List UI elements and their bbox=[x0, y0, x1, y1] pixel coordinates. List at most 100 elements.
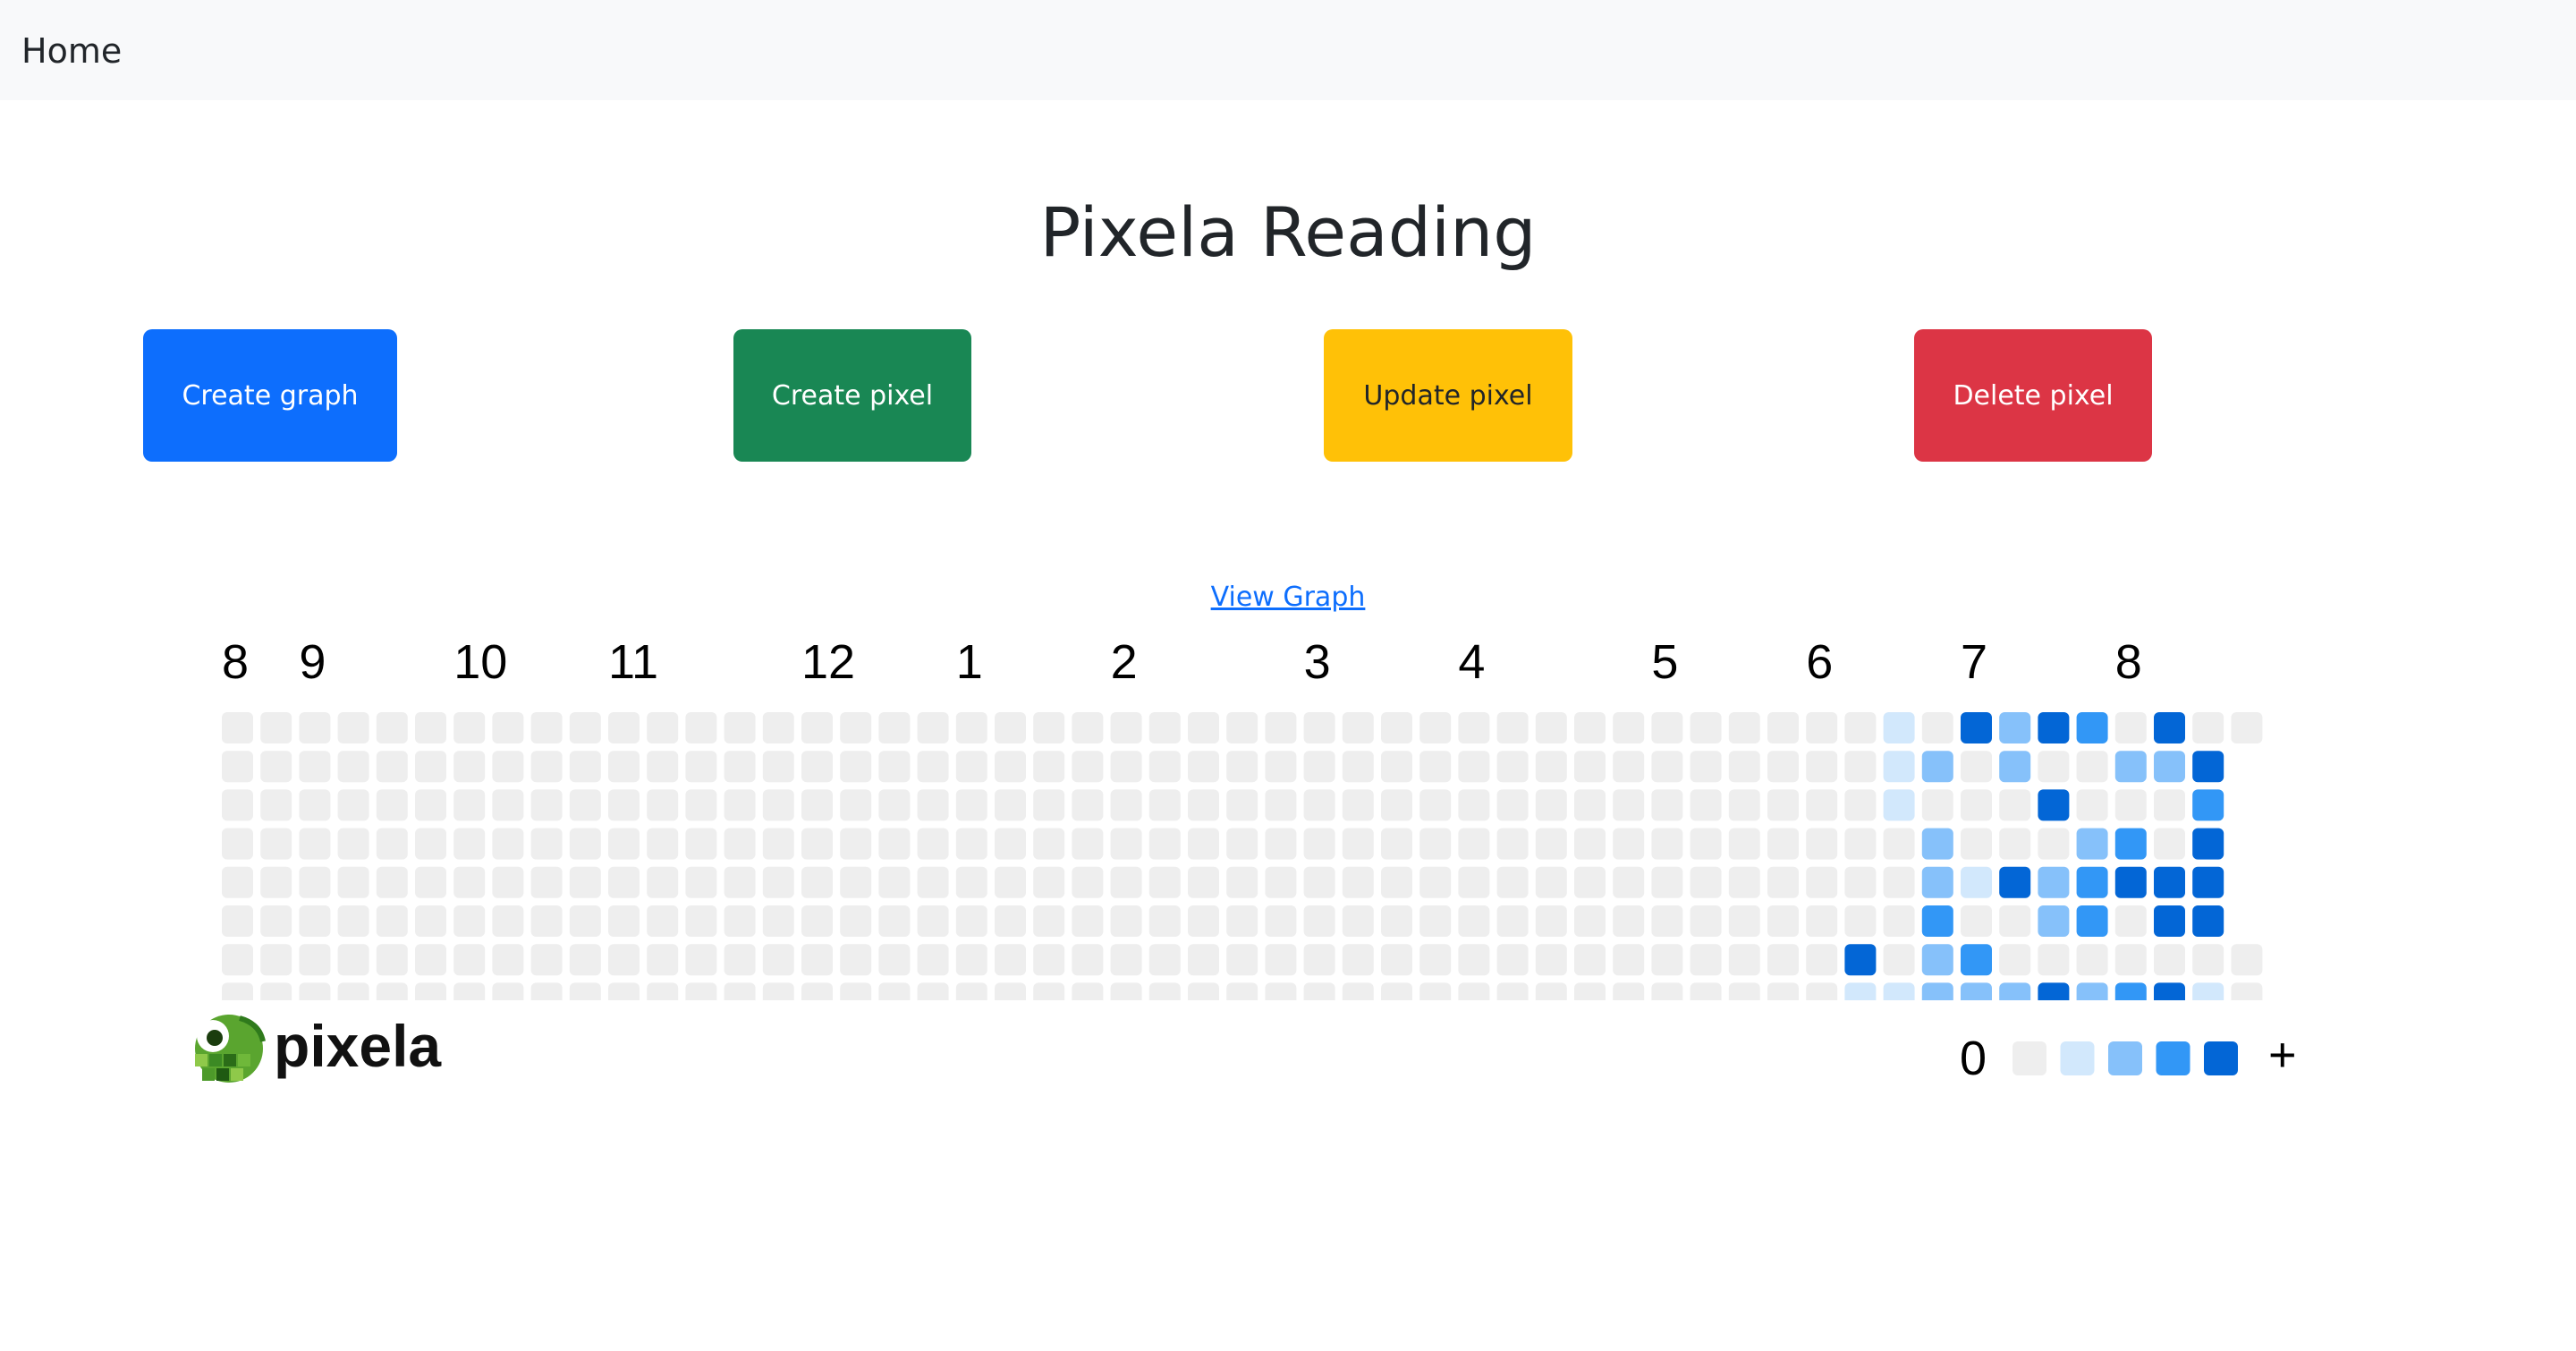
grid-cell[interactable] bbox=[1265, 789, 1297, 821]
grid-cell[interactable] bbox=[955, 905, 987, 937]
grid-cell[interactable] bbox=[569, 944, 601, 976]
grid-cell[interactable] bbox=[647, 866, 679, 898]
grid-cell[interactable] bbox=[1419, 789, 1452, 821]
grid-cell[interactable] bbox=[1265, 828, 1297, 860]
update-pixel-button[interactable]: Update pixel bbox=[1324, 329, 1572, 462]
grid-cell[interactable] bbox=[955, 789, 987, 821]
grid-cell[interactable] bbox=[1767, 982, 1799, 1014]
grid-cell[interactable] bbox=[222, 982, 253, 1014]
grid-cell[interactable] bbox=[840, 712, 872, 743]
grid-cell[interactable] bbox=[685, 712, 717, 743]
grid-cell[interactable] bbox=[608, 944, 640, 976]
grid-cell[interactable] bbox=[1613, 789, 1645, 821]
grid-cell[interactable] bbox=[415, 712, 446, 743]
grid-cell[interactable] bbox=[2114, 944, 2147, 976]
grid-cell[interactable] bbox=[995, 905, 1026, 937]
grid-cell[interactable] bbox=[569, 982, 601, 1014]
grid-cell[interactable] bbox=[762, 905, 794, 937]
grid-cell[interactable] bbox=[1226, 712, 1258, 743]
grid-cell[interactable] bbox=[2154, 905, 2185, 937]
grid-cell[interactable] bbox=[2192, 751, 2224, 783]
grid-cell[interactable] bbox=[1767, 789, 1799, 821]
grid-cell[interactable] bbox=[2038, 751, 2070, 783]
grid-cell[interactable] bbox=[840, 751, 872, 783]
grid-cell[interactable] bbox=[1458, 712, 1490, 743]
grid-cell[interactable] bbox=[260, 944, 292, 976]
grid-cell[interactable] bbox=[299, 828, 331, 860]
grid-cell[interactable] bbox=[685, 789, 717, 821]
grid-cell[interactable] bbox=[917, 751, 949, 783]
grid-cell[interactable] bbox=[1072, 866, 1104, 898]
grid-cell[interactable] bbox=[724, 944, 756, 976]
grid-cell[interactable] bbox=[1072, 905, 1104, 937]
grid-cell[interactable] bbox=[569, 712, 601, 743]
grid-cell[interactable] bbox=[1072, 751, 1104, 783]
grid-cell[interactable] bbox=[299, 712, 331, 743]
grid-cell[interactable] bbox=[1728, 789, 1760, 821]
grid-cell[interactable] bbox=[1303, 905, 1335, 937]
grid-cell[interactable] bbox=[1690, 828, 1722, 860]
grid-cell[interactable] bbox=[1728, 982, 1760, 1014]
grid-cell[interactable] bbox=[2038, 866, 2070, 898]
grid-cell[interactable] bbox=[1651, 905, 1683, 937]
grid-cell[interactable] bbox=[955, 751, 987, 783]
grid-cell[interactable] bbox=[1033, 866, 1065, 898]
grid-cell[interactable] bbox=[1961, 982, 1992, 1014]
grid-cell[interactable] bbox=[1110, 944, 1142, 976]
grid-cell[interactable] bbox=[1188, 712, 1219, 743]
grid-cell[interactable] bbox=[260, 905, 292, 937]
grid-cell[interactable] bbox=[762, 866, 794, 898]
grid-cell[interactable] bbox=[1110, 905, 1142, 937]
grid-cell[interactable] bbox=[1303, 789, 1335, 821]
grid-cell[interactable] bbox=[1342, 828, 1374, 860]
grid-cell[interactable] bbox=[530, 712, 563, 743]
grid-cell[interactable] bbox=[2192, 905, 2224, 937]
grid-cell[interactable] bbox=[917, 944, 949, 976]
grid-cell[interactable] bbox=[1072, 944, 1104, 976]
grid-cell[interactable] bbox=[1844, 944, 1877, 976]
grid-cell[interactable] bbox=[1535, 944, 1567, 976]
grid-cell[interactable] bbox=[840, 828, 872, 860]
grid-cell[interactable] bbox=[1767, 905, 1799, 937]
grid-cell[interactable] bbox=[1342, 866, 1374, 898]
grid-cell[interactable] bbox=[453, 789, 486, 821]
grid-cell[interactable] bbox=[2114, 751, 2147, 783]
grid-cell[interactable] bbox=[1419, 712, 1452, 743]
grid-cell[interactable] bbox=[1303, 712, 1335, 743]
grid-cell[interactable] bbox=[2154, 751, 2185, 783]
grid-cell[interactable] bbox=[647, 905, 679, 937]
grid-cell[interactable] bbox=[1496, 828, 1529, 860]
grid-cell[interactable] bbox=[337, 751, 369, 783]
grid-cell[interactable] bbox=[337, 828, 369, 860]
grid-cell[interactable] bbox=[1999, 712, 2031, 743]
grid-cell[interactable] bbox=[1806, 866, 1838, 898]
grid-cell[interactable] bbox=[222, 866, 253, 898]
grid-cell[interactable] bbox=[530, 828, 563, 860]
grid-cell[interactable] bbox=[1999, 828, 2031, 860]
grid-cell[interactable] bbox=[1072, 982, 1104, 1014]
grid-cell[interactable] bbox=[608, 982, 640, 1014]
grid-cell[interactable] bbox=[415, 866, 446, 898]
grid-cell[interactable] bbox=[878, 789, 911, 821]
grid-cell[interactable] bbox=[1613, 828, 1645, 860]
grid-cell[interactable] bbox=[801, 828, 833, 860]
grid-cell[interactable] bbox=[1072, 712, 1104, 743]
grid-cell[interactable] bbox=[1651, 828, 1683, 860]
grid-cell[interactable] bbox=[492, 866, 524, 898]
grid-cell[interactable] bbox=[1690, 751, 1722, 783]
grid-cell[interactable] bbox=[1535, 828, 1567, 860]
grid-cell[interactable] bbox=[724, 905, 756, 937]
grid-cell[interactable] bbox=[1226, 751, 1258, 783]
grid-cell[interactable] bbox=[2192, 944, 2224, 976]
grid-cell[interactable] bbox=[376, 828, 408, 860]
grid-cell[interactable] bbox=[222, 751, 253, 783]
grid-cell[interactable] bbox=[878, 905, 911, 937]
grid-cell[interactable] bbox=[1033, 982, 1065, 1014]
grid-cell[interactable] bbox=[2038, 944, 2070, 976]
grid-cell[interactable] bbox=[1844, 828, 1877, 860]
grid-cell[interactable] bbox=[2076, 789, 2108, 821]
grid-cell[interactable] bbox=[1574, 712, 1606, 743]
grid-cell[interactable] bbox=[608, 866, 640, 898]
grid-cell[interactable] bbox=[2154, 712, 2185, 743]
grid-cell[interactable] bbox=[1419, 828, 1452, 860]
